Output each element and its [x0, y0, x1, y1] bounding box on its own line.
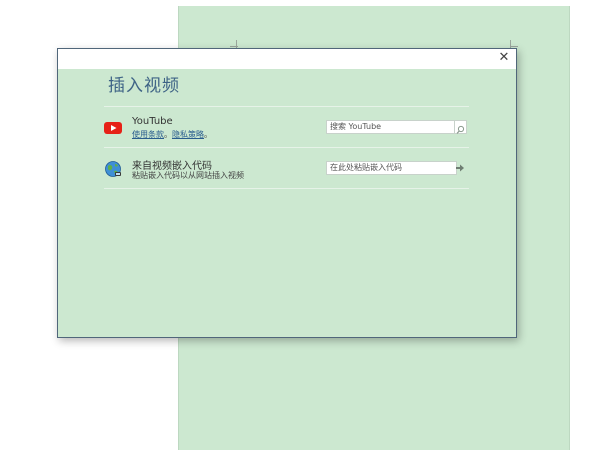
arrow-right-icon[interactable]: [455, 163, 465, 173]
dialog-titlebar: ✕: [58, 49, 516, 69]
search-icon[interactable]: [454, 120, 467, 134]
dialog-title: 插入视频: [108, 76, 180, 96]
youtube-title: YouTube: [132, 116, 173, 127]
crop-mark: [230, 46, 238, 47]
insert-video-dialog: ✕ 插入视频 YouTube 使用条款。隐私策略。 搜索 YouTube 来自视…: [57, 48, 517, 338]
terms-of-use-link[interactable]: 使用条款: [132, 130, 164, 139]
app-window: ✕ 插入视频 YouTube 使用条款。隐私策略。 搜索 YouTube 来自视…: [0, 0, 600, 450]
divider: [104, 188, 469, 189]
separator: 。: [164, 130, 172, 139]
separator: 。: [204, 130, 212, 139]
divider: [104, 147, 469, 148]
embed-code-input[interactable]: 在此处粘贴嵌入代码: [326, 161, 457, 175]
divider: [104, 106, 469, 107]
crop-mark: [510, 46, 518, 47]
youtube-links: 使用条款。隐私策略。: [132, 129, 212, 140]
youtube-icon: [104, 122, 122, 134]
privacy-policy-link[interactable]: 隐私策略: [172, 130, 204, 139]
globe-icon: [105, 161, 121, 177]
embed-subtitle: 粘贴嵌入代码以从网站插入视频: [132, 171, 244, 180]
close-icon[interactable]: ✕: [496, 50, 512, 66]
youtube-search-input[interactable]: 搜索 YouTube: [326, 120, 457, 134]
